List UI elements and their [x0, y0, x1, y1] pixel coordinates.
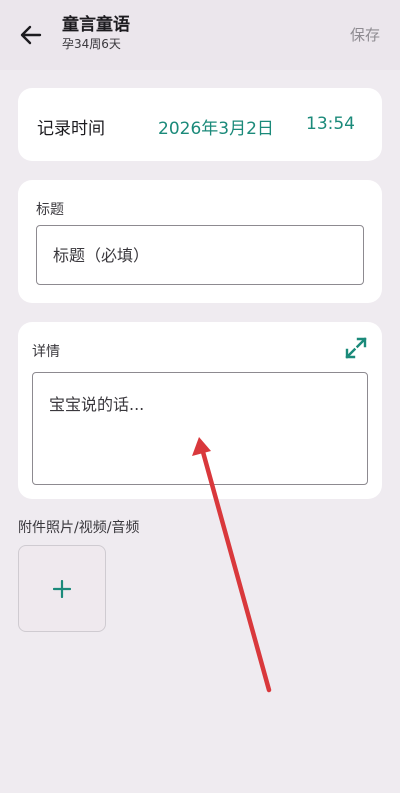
- add-attachment-button[interactable]: [18, 545, 106, 632]
- expand-diagonal-icon: [345, 337, 367, 359]
- page-title: 童言童语: [62, 15, 130, 35]
- arrow-left-icon: [20, 25, 42, 45]
- record-time-picker[interactable]: 13:54: [306, 114, 355, 134]
- save-button[interactable]: 保存: [350, 24, 380, 45]
- title-input[interactable]: [36, 225, 364, 285]
- record-date-picker[interactable]: 2026年3月2日: [158, 114, 274, 139]
- app-header: 童言童语 孕34周6天 保存: [0, 0, 400, 70]
- back-button[interactable]: [14, 20, 48, 50]
- title-card: 标题: [18, 180, 382, 303]
- expand-button[interactable]: [344, 336, 368, 360]
- record-time-label: 记录时间: [37, 119, 105, 139]
- attachments-label: 附件照片/视频/音频: [18, 520, 140, 536]
- detail-field-label: 详情: [32, 344, 60, 360]
- detail-card: 详情: [18, 322, 382, 499]
- pregnancy-week-subtitle: 孕34周6天: [62, 37, 121, 51]
- plus-icon: [53, 579, 71, 598]
- record-time-card: 记录时间 2026年3月2日 13:54: [18, 88, 382, 161]
- title-field-label: 标题: [36, 202, 64, 218]
- detail-textarea[interactable]: [32, 372, 368, 485]
- title-group: 童言童语 孕34周6天: [62, 14, 130, 52]
